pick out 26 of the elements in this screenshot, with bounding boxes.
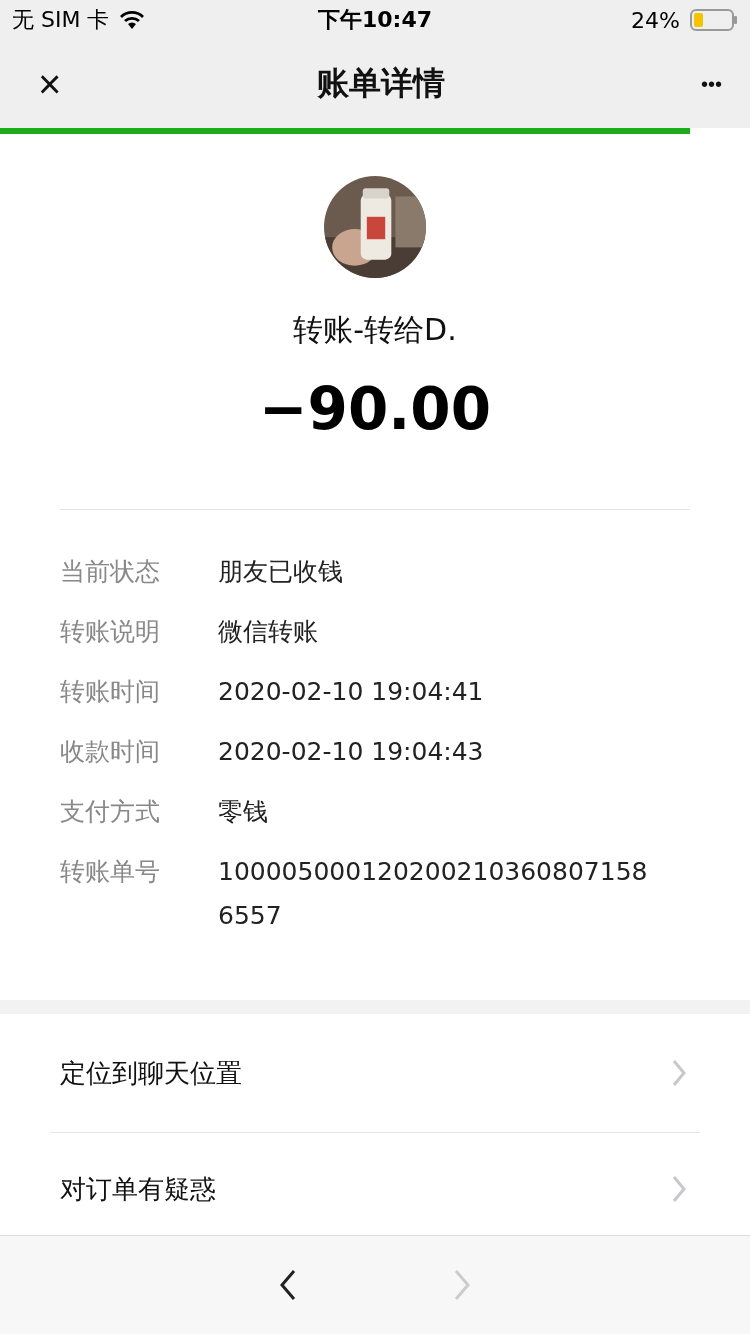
detail-label: 转账单号: [60, 856, 161, 888]
battery-percent: 24%: [631, 7, 680, 33]
wifi-icon: [119, 10, 146, 30]
action-row[interactable]: 对订单有疑惑: [50, 1133, 700, 1207]
detail-value: 朋友已收钱: [218, 556, 344, 588]
transfer-title: 转账-转给D.: [293, 311, 457, 349]
battery-icon: [690, 9, 738, 31]
action-row[interactable]: 定位到聊天位置: [50, 1014, 700, 1133]
detail-value: 微信转账: [218, 616, 319, 648]
amount-text: −90.00: [258, 375, 492, 443]
detail-label: 收款时间: [60, 736, 161, 768]
detail-value: 零钱: [218, 796, 269, 828]
detail-value: 2020-02-10 19:04:43: [218, 736, 485, 768]
clock-text: 下午10:47: [318, 6, 432, 34]
page-title: 账单详情: [317, 63, 446, 104]
detail-value: 1000050001202002103608071586557: [218, 856, 649, 932]
detail-label: 当前状态: [60, 556, 161, 588]
close-button[interactable]: ×: [38, 64, 62, 104]
action-label: 对订单有疑惑: [60, 1173, 216, 1206]
action-label: 定位到聊天位置: [60, 1056, 242, 1090]
detail-label: 转账时间: [60, 676, 161, 708]
detail-label: 转账说明: [60, 616, 161, 648]
carrier-text: 无 SIM 卡: [12, 6, 110, 34]
detail-label: 支付方式: [60, 796, 161, 828]
detail-value: 2020-02-10 19:04:41: [218, 676, 485, 708]
more-button[interactable]: •••: [701, 74, 722, 94]
